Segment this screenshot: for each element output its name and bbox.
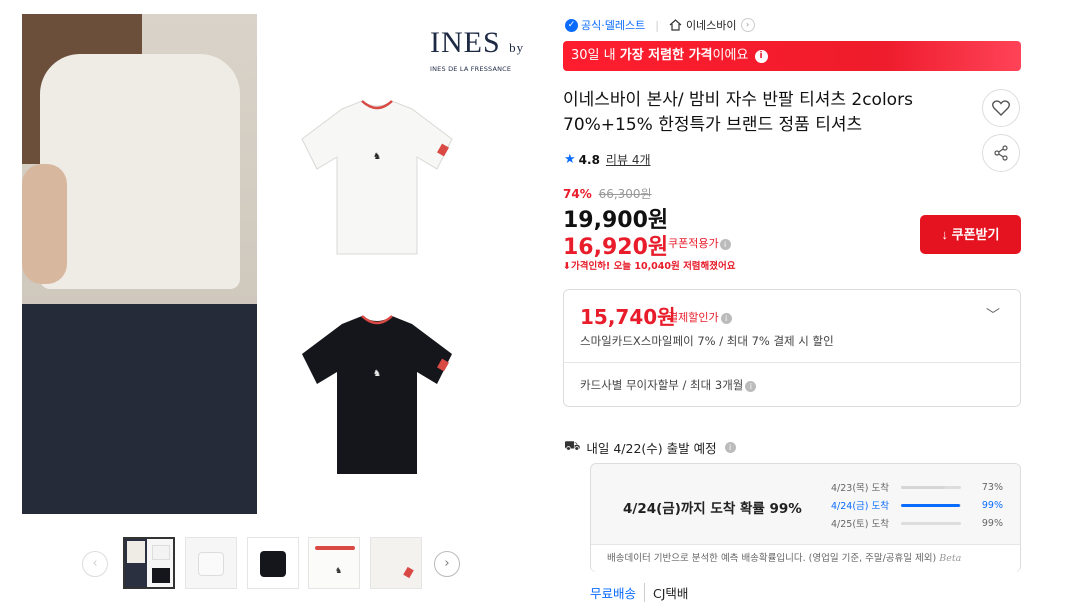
shipping-row: 무료배송 CJ택배 — [590, 583, 688, 602]
official-store-badge[interactable]: ✓ 공식·델레스트 — [565, 17, 645, 33]
thumbnail-4[interactable]: ♞ — [308, 537, 360, 589]
share-button[interactable] — [982, 134, 1020, 172]
chevron-right-icon[interactable]: › — [434, 551, 460, 577]
free-shipping-label: 무료배송 — [590, 586, 637, 601]
get-coupon-button[interactable]: ↓ 쿠폰받기 — [920, 215, 1021, 254]
ship-date: ⛟ 내일 4/22(수) 출발 예정 i — [564, 438, 736, 457]
info-icon[interactable]: i — [745, 381, 757, 392]
star-icon: ★ — [564, 152, 576, 167]
coupon-price: 16,920원 — [563, 235, 669, 260]
payment-discount-price: 15,740원 — [580, 305, 676, 329]
arrival-probability-summary: 4/24(금)까지 도착 확률 99% — [623, 501, 802, 517]
carrier-label: CJ택배 — [644, 583, 688, 602]
reviews-link[interactable]: 리뷰 4개 — [606, 151, 651, 168]
arrival-row: 4/25(토) 도착 99% — [831, 517, 1003, 531]
download-icon: ↓ — [941, 227, 949, 242]
divider — [564, 362, 1020, 363]
thumbnail-5[interactable] — [370, 537, 422, 589]
home-icon — [669, 19, 682, 31]
brand-logo: INES by INES DE LA FRESSANCE — [430, 26, 525, 74]
svg-text:♞: ♞ — [373, 369, 381, 379]
model-photo — [22, 14, 257, 514]
price-drop-note: ⬇가격인하! 오늘 10,040원 저렴해졌어요 — [563, 261, 736, 272]
product-title: 이네스바이 본사/ 밤비 자수 반팔 티셔츠 2colors 70%+15% 한… — [563, 90, 913, 135]
white-tshirt-image: ♞ — [287, 89, 467, 269]
arrival-row: 4/23(목) 도착 73% — [831, 481, 1003, 495]
thumbnail-3[interactable] — [247, 537, 299, 589]
store-link[interactable]: 이네스바이 › — [669, 17, 755, 33]
payment-discount-label: 결제할인가 i — [668, 309, 732, 325]
seller-row: ✓ 공식·델레스트 | 이네스바이 › — [565, 16, 755, 34]
main-product-image[interactable]: INES by INES DE LA FRESSANCE ♞ ♞ — [22, 14, 560, 514]
thumbnail-1[interactable] — [123, 537, 175, 589]
discount-row: 74% 66,300원 — [563, 187, 652, 201]
heart-icon — [992, 100, 1010, 116]
installment-info: 카드사별 무이자할부 / 최대 3개월 i — [580, 377, 757, 393]
chevron-down-icon[interactable]: ﹀ — [986, 305, 1000, 325]
arrow-down-icon: ⬇ — [563, 261, 571, 272]
payment-discount-box[interactable]: 15,740원 결제할인가 i ﹀ 스마일카드X스마일페이 7% / 최대 7% … — [563, 289, 1021, 407]
thumbnail-carousel: ‹ ♞ › — [82, 537, 462, 591]
wishlist-button[interactable] — [982, 89, 1020, 127]
coupon-price-label: 쿠폰적용가 i — [668, 235, 731, 251]
info-icon[interactable]: i — [720, 313, 732, 324]
payment-discount-description: 스마일카드X스마일페이 7% / 최대 7% 결제 시 할인 — [580, 334, 834, 348]
arrival-note: 배송데이터 기반으로 분석한 예측 배송확률입니다. (영업일 기준, 주말/공… — [591, 544, 1020, 572]
share-icon — [994, 145, 1008, 161]
info-icon[interactable]: i — [724, 442, 736, 453]
arrival-row: 4/24(금) 도착 99% — [831, 499, 1003, 513]
lowest-price-banner: 30일 내 가장 저렴한 가격이에요 i — [563, 41, 1021, 71]
truck-icon: ⛟ — [564, 439, 581, 454]
chevron-left-icon[interactable]: ‹ — [82, 551, 108, 577]
svg-text:♞: ♞ — [373, 152, 381, 162]
check-badge-icon: ✓ — [565, 18, 578, 32]
arrival-probability-box: 4/24(금)까지 도착 확률 99% 4/23(목) 도착 73% 4/24(… — [590, 463, 1021, 572]
chevron-right-icon: › — [740, 18, 755, 32]
black-tshirt-image: ♞ — [287, 304, 467, 484]
rating: ★ 4.8 리뷰 4개 — [564, 151, 651, 168]
info-icon[interactable]: i — [754, 50, 768, 63]
info-icon[interactable]: i — [719, 239, 731, 250]
thumbnail-2[interactable] — [185, 537, 237, 589]
